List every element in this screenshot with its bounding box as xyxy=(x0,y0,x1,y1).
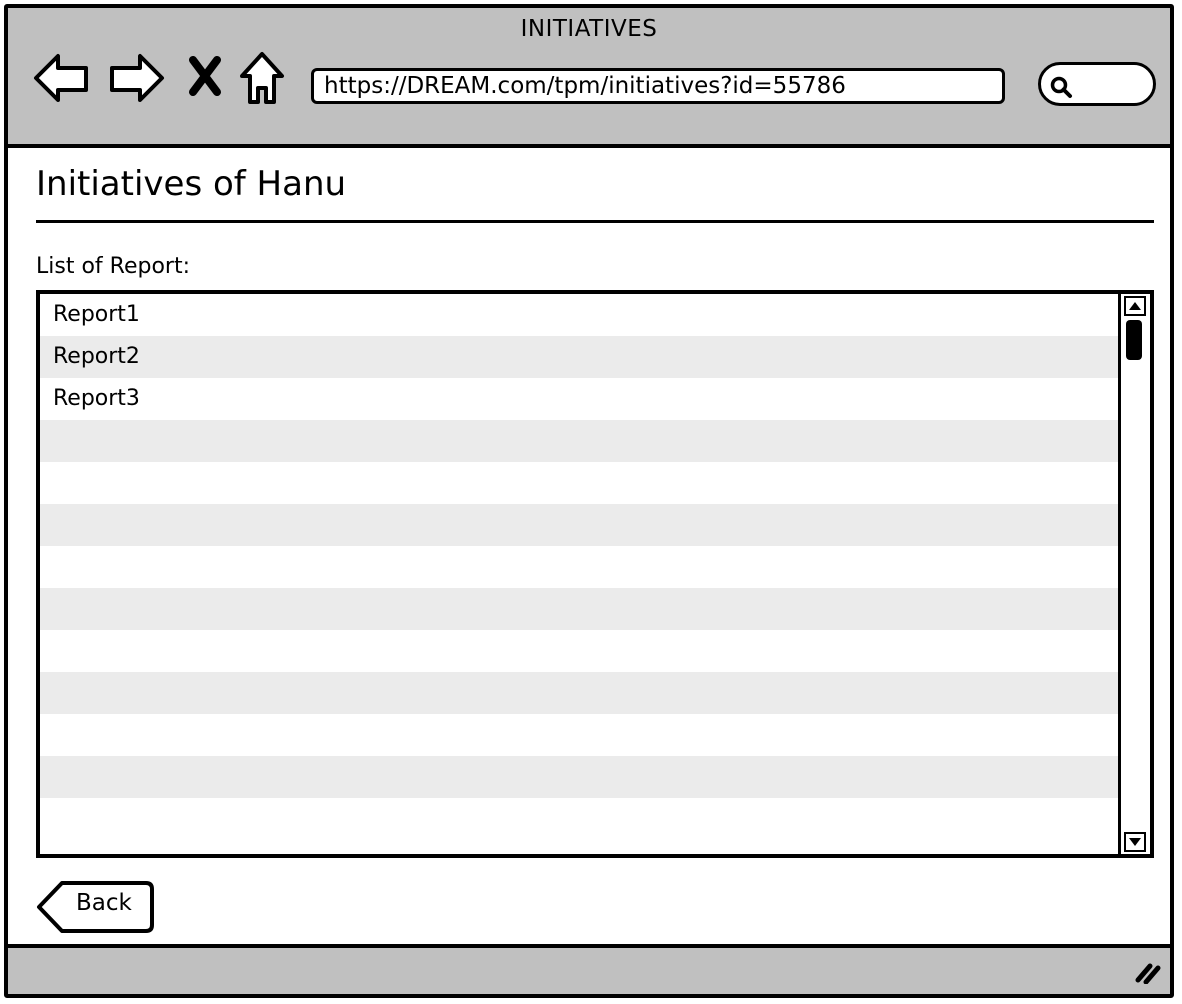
window-title: INITIATIVES xyxy=(520,16,658,42)
list-item[interactable] xyxy=(40,420,1118,462)
url-input[interactable]: https://DREAM.com/tpm/initiatives?id=557… xyxy=(311,68,1005,104)
list-item[interactable] xyxy=(40,798,1118,840)
home-icon[interactable] xyxy=(238,50,286,108)
list-item[interactable] xyxy=(40,672,1118,714)
report-list[interactable]: Report1 Report2 Report3 xyxy=(36,290,1154,858)
report-list-rows: Report1 Report2 Report3 xyxy=(40,294,1118,854)
scroll-thumb[interactable] xyxy=(1126,320,1142,360)
back-button[interactable]: Back xyxy=(36,880,154,933)
triangle-up-icon xyxy=(1129,302,1141,310)
status-bar xyxy=(8,944,1170,994)
back-arrow-icon[interactable] xyxy=(32,50,92,106)
search-icon xyxy=(1049,75,1073,103)
page-title: Initiatives of Hanu xyxy=(36,164,347,204)
list-item[interactable]: Report2 xyxy=(40,336,1118,378)
triangle-down-icon xyxy=(1129,838,1141,846)
list-item[interactable]: Report1 xyxy=(40,294,1118,336)
browser-window: INITIATIVES https://DREAM.com/tpm/initia… xyxy=(4,4,1174,998)
close-icon[interactable] xyxy=(188,56,222,96)
list-item[interactable] xyxy=(40,546,1118,588)
list-item[interactable] xyxy=(40,462,1118,504)
forward-arrow-icon[interactable] xyxy=(106,50,166,106)
report-list-label: List of Report: xyxy=(36,254,190,279)
back-button-label: Back xyxy=(76,890,132,916)
browser-toolbar: INITIATIVES https://DREAM.com/tpm/initia… xyxy=(8,8,1170,148)
list-item[interactable] xyxy=(40,504,1118,546)
title-divider xyxy=(36,220,1154,223)
resize-grip-icon[interactable] xyxy=(1132,960,1162,988)
list-item[interactable] xyxy=(40,756,1118,798)
list-item[interactable] xyxy=(40,588,1118,630)
vertical-scrollbar[interactable] xyxy=(1118,294,1150,854)
scroll-up-button[interactable] xyxy=(1124,296,1146,316)
list-item[interactable] xyxy=(40,714,1118,756)
list-item[interactable] xyxy=(40,630,1118,672)
list-item[interactable]: Report3 xyxy=(40,378,1118,420)
scroll-down-button[interactable] xyxy=(1124,832,1146,852)
browser-search-box[interactable] xyxy=(1038,62,1156,106)
